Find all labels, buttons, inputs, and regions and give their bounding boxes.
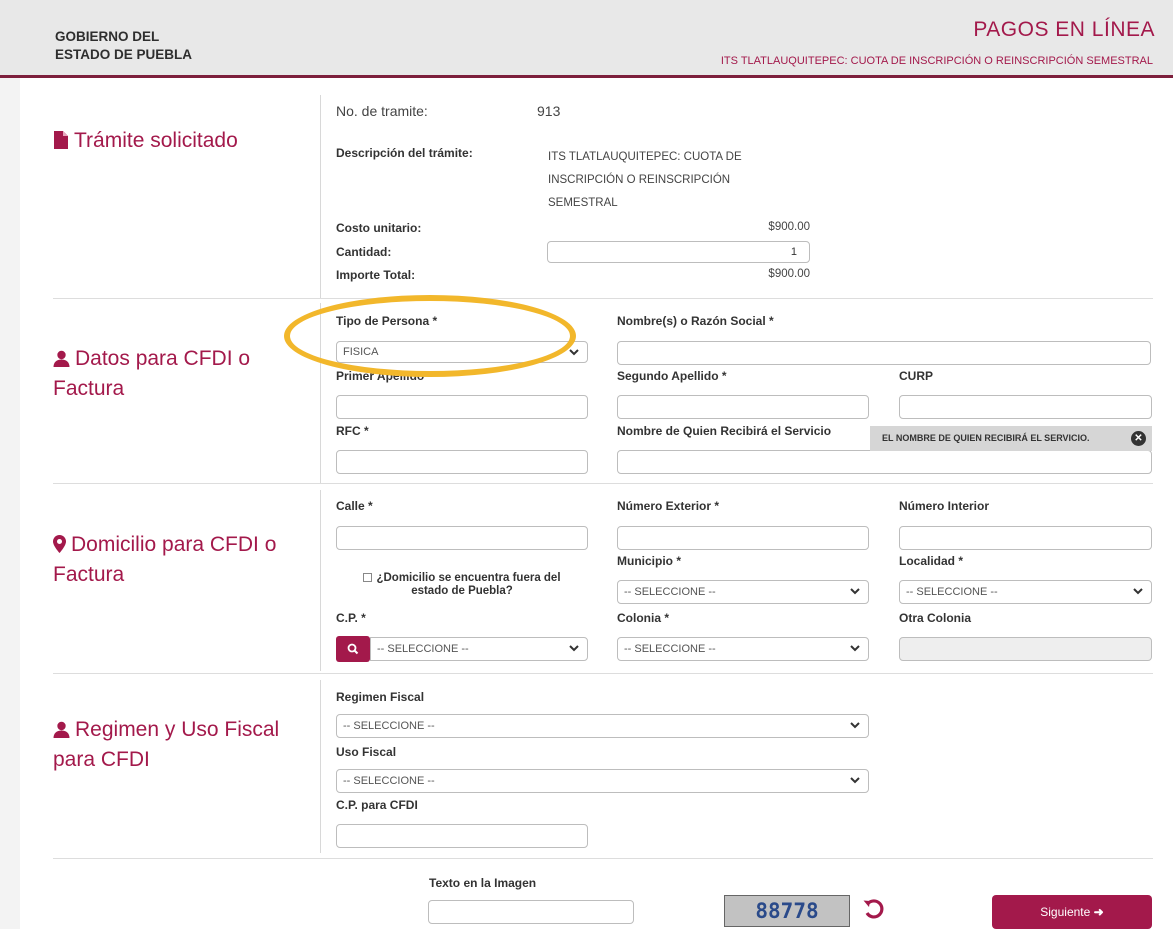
government-logo-text: GOBIERNO DEL ESTADO DE PUEBLA [55, 28, 192, 64]
segundo-apellido-label: Segundo Apellido * [617, 369, 727, 383]
search-icon [347, 643, 359, 655]
user-icon [53, 718, 70, 746]
numero-interior-input[interactable] [899, 526, 1152, 550]
section-title-domicilio: Domicilio para CFDI o Factura [53, 533, 277, 586]
rfc-label: RFC * [336, 424, 369, 438]
regimen-fiscal-label: Regimen Fiscal [336, 690, 425, 704]
costo-unitario-label: Costo unitario: [336, 221, 422, 235]
divider [53, 298, 1153, 299]
rfc-input[interactable] [336, 450, 588, 474]
uso-fiscal-label: Uso Fiscal [336, 745, 397, 759]
importe-total-value: $900.00 [768, 268, 810, 280]
captcha-input[interactable] [428, 900, 634, 924]
numero-exterior-label: Número Exterior * [617, 499, 720, 513]
municipio-label: Municipio * [617, 554, 681, 568]
divider-vertical [320, 680, 321, 853]
curp-label: CURP [899, 369, 934, 383]
close-icon[interactable]: ✕ [1131, 431, 1146, 446]
cantidad-label: Cantidad: [336, 245, 392, 259]
otra-colonia-label: Otra Colonia [899, 611, 972, 625]
numero-interior-label: Número Interior [899, 499, 990, 513]
recibe-servicio-input[interactable] [617, 450, 1152, 474]
divider-vertical [320, 95, 321, 298]
chevron-down-icon [850, 588, 860, 595]
otra-colonia-input[interactable] [899, 637, 1152, 661]
divider [53, 483, 1153, 484]
section-title-tramite: Trámite solicitado [53, 127, 238, 157]
divider [53, 673, 1153, 674]
captcha-image: 88778 [724, 895, 850, 927]
fuera-estado-checkbox[interactable] [363, 573, 373, 582]
cp-label: C.P. * [336, 611, 366, 625]
page-subtitle: ITS TLATLAUQUITEPEC: CUOTA DE INSCRIPCIÓ… [720, 55, 1153, 67]
tramite-number-label: No. de tramite: [336, 103, 428, 119]
primer-apellido-input[interactable] [336, 395, 588, 419]
section-title-cfdi: Datos para CFDI o Factura [53, 347, 251, 400]
section-title-regimen: Regimen y Uso Fiscal para CFDI [53, 718, 280, 771]
localidad-label: Localidad * [899, 554, 964, 568]
curp-input[interactable] [899, 395, 1152, 419]
chevron-down-icon [850, 645, 860, 652]
segundo-apellido-input[interactable] [617, 395, 869, 419]
page-header: GOBIERNO DEL ESTADO DE PUEBLA PAGOS EN L… [0, 0, 1173, 78]
cantidad-input[interactable]: 1 [547, 241, 810, 263]
nombre-label: Nombre(s) o Razón Social * [617, 314, 774, 328]
fuera-estado-checkbox-label[interactable]: ¿Domicilio se encuentra fuera del estado… [346, 572, 578, 598]
municipio-select[interactable]: -- SELECCIONE -- [617, 580, 869, 604]
cp-select[interactable]: -- SELECCIONE -- [370, 637, 588, 661]
costo-unitario-value: $900.00 [768, 221, 810, 233]
recibe-servicio-tooltip: EL NOMBRE DE QUIEN RECIBIRÁ EL SERVICIO.… [870, 426, 1152, 451]
colonia-label: Colonia * [617, 611, 670, 625]
user-icon [53, 347, 70, 375]
gov-line-1: GOBIERNO DEL [55, 29, 160, 44]
recibe-servicio-label: Nombre de Quien Recibirá el Servicio [617, 424, 832, 438]
tramite-description-value: ITS TLATLAUQUITEPEC: CUOTA DE INSCRIPCIÓ… [548, 151, 742, 209]
map-marker-icon [53, 533, 66, 561]
cp-search-button[interactable] [336, 636, 370, 662]
chevron-down-icon [850, 777, 860, 784]
tramite-number-value: 913 [537, 103, 561, 119]
gov-line-2: ESTADO DE PUEBLA [55, 47, 193, 62]
arrow-right-icon: ➜ [1093, 905, 1104, 919]
importe-total-label: Importe Total: [336, 268, 416, 282]
next-button[interactable]: Siguiente ➜ [992, 895, 1152, 929]
calle-input[interactable] [336, 526, 588, 550]
tramite-description-label: Descripción del trámite: [336, 146, 473, 160]
file-icon [53, 129, 69, 157]
chevron-down-icon [1133, 588, 1143, 595]
chevron-down-icon [850, 722, 860, 729]
page-title: PAGOS EN LÍNEA [973, 18, 1155, 41]
regimen-fiscal-select[interactable]: -- SELECCIONE -- [336, 714, 869, 738]
divider-vertical [320, 490, 321, 671]
calle-label: Calle * [336, 499, 373, 513]
cp-cfdi-input[interactable] [336, 824, 588, 848]
refresh-icon[interactable] [861, 896, 887, 922]
nombre-input[interactable] [617, 341, 1151, 365]
numero-exterior-input[interactable] [617, 526, 869, 550]
uso-fiscal-select[interactable]: -- SELECCIONE -- [336, 769, 869, 793]
colonia-select[interactable]: -- SELECCIONE -- [617, 637, 869, 661]
captcha-label: Texto en la Imagen [429, 876, 537, 890]
highlight-annotation-circle [284, 295, 576, 377]
cp-cfdi-label: C.P. para CFDI [336, 798, 418, 812]
divider [53, 858, 1153, 859]
localidad-select[interactable]: -- SELECCIONE -- [899, 580, 1152, 604]
chevron-down-icon [569, 645, 579, 652]
